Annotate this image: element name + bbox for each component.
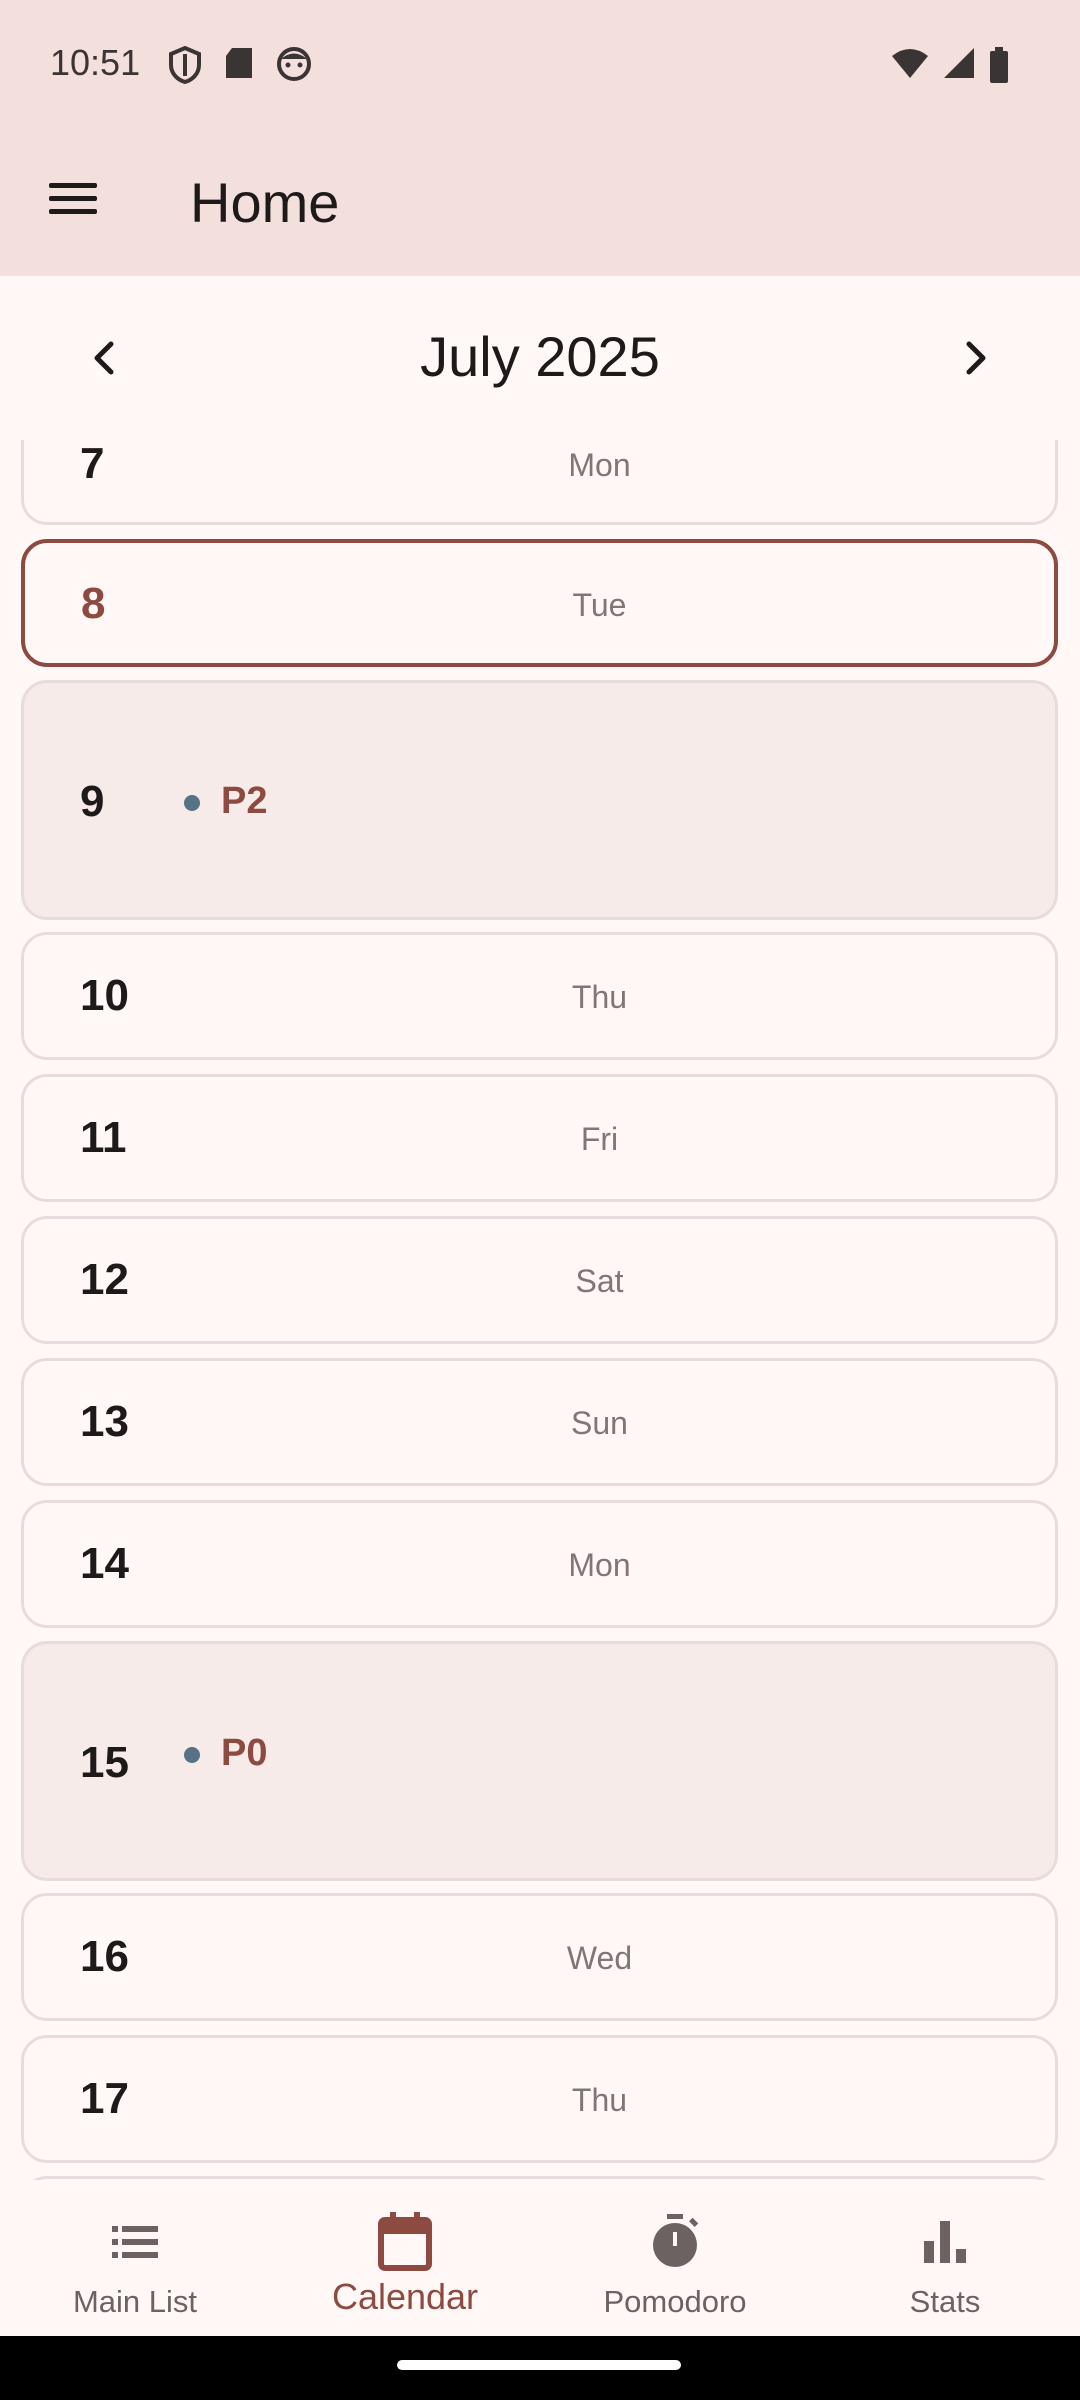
event-label[interactable]: P0	[221, 1732, 267, 1775]
event-dot	[184, 1747, 200, 1763]
face-icon	[277, 47, 311, 81]
bar-chart-icon	[924, 2221, 966, 2263]
menu-button[interactable]	[42, 175, 104, 229]
timer-icon	[653, 2214, 699, 2267]
day-weekday: Thu	[571, 2082, 628, 2118]
gesture-area	[0, 2336, 1080, 2400]
menu-icon	[49, 183, 97, 188]
day-weekday: Thu	[571, 979, 628, 1015]
app-bar: Home	[0, 130, 1080, 276]
wifi-icon	[892, 49, 928, 78]
day-card-17[interactable]: 17 Thu	[21, 2035, 1058, 2163]
month-header: July 2025	[0, 276, 1080, 440]
shield-icon	[169, 46, 201, 84]
signal-icon	[944, 48, 974, 78]
day-card-15[interactable]: 15 P0	[21, 1641, 1058, 1881]
home-gesture-bar[interactable]	[397, 2360, 681, 2370]
day-card-14[interactable]: 14 Mon	[21, 1500, 1058, 1628]
day-weekday: Wed	[566, 1940, 633, 1976]
day-card-11[interactable]: 11 Fri	[21, 1074, 1058, 1202]
list-icon	[112, 2226, 158, 2258]
nav-calendar[interactable]: Calendar	[270, 2180, 540, 2336]
battery-icon	[990, 47, 1008, 83]
day-list[interactable]: 7 Mon 8 Tue 9 P2 10 Thu 11 Fri 12 Sat 13…	[0, 440, 1080, 2180]
status-time: 10:51	[50, 42, 141, 83]
status-icons-left	[168, 46, 312, 84]
event-label[interactable]: P2	[221, 780, 267, 823]
day-card-7[interactable]: 7 Mon	[21, 440, 1058, 525]
bottom-navigation: Main List Calendar Pomodoro Stats	[0, 2180, 1080, 2336]
status-bar: 10:51	[0, 0, 1080, 130]
nav-main-list[interactable]: Main List	[0, 2180, 270, 2336]
event-dot	[184, 795, 200, 811]
nav-label: Stats	[909, 2284, 981, 2319]
day-weekday: Fri	[580, 1121, 619, 1157]
day-weekday: Tue	[572, 587, 627, 623]
nav-stats[interactable]: Stats	[810, 2180, 1080, 2336]
day-number: 9	[80, 777, 105, 826]
chevron-right-icon	[966, 341, 986, 375]
day-weekday: Sun	[571, 1405, 628, 1441]
day-card-9[interactable]: 9 P2	[21, 680, 1058, 920]
day-weekday: Mon	[568, 447, 631, 483]
day-card-12[interactable]: 12 Sat	[21, 1216, 1058, 1344]
day-card-13[interactable]: 13 Sun	[21, 1358, 1058, 1486]
status-icons-right	[890, 46, 1010, 84]
day-card-16[interactable]: 16 Wed	[21, 1893, 1058, 2021]
nav-pomodoro[interactable]: Pomodoro	[540, 2180, 810, 2336]
day-weekday: Sat	[575, 1263, 624, 1299]
month-title: July 2025	[420, 325, 660, 388]
nav-label: Calendar	[331, 2276, 479, 2317]
day-card-10[interactable]: 10 Thu	[21, 932, 1058, 1060]
sd-card-icon	[226, 48, 252, 78]
nav-label: Pomodoro	[603, 2284, 747, 2319]
calendar-icon	[378, 2212, 432, 2271]
nav-label: Main List	[72, 2284, 198, 2319]
next-month-button[interactable]	[944, 326, 1008, 390]
day-weekday: Mon	[568, 1547, 631, 1583]
day-card-8-today[interactable]: 8 Tue	[21, 539, 1058, 667]
day-number: 15	[80, 1738, 129, 1787]
page-title: Home	[190, 171, 340, 234]
